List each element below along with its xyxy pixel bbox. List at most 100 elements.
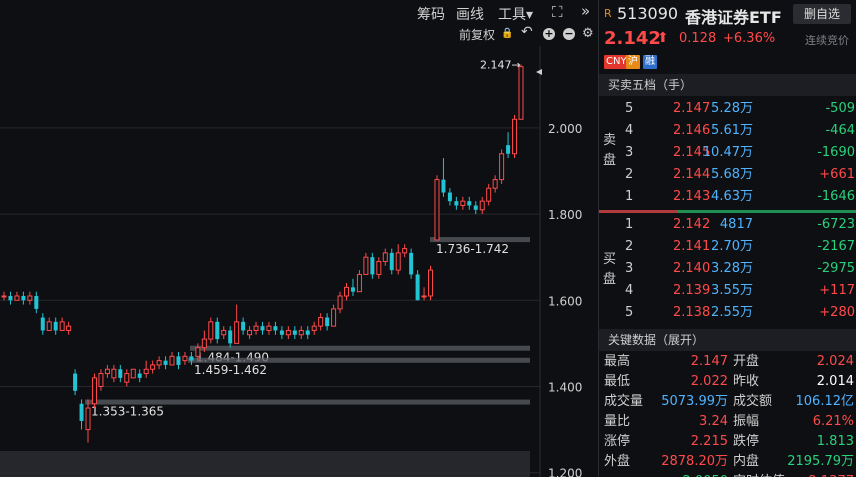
expand-icon[interactable]: ⛶ (552, 3, 563, 21)
level-price: 2.141 (673, 239, 711, 254)
candle-body (169, 355, 175, 366)
zoom-in-icon[interactable]: + (543, 28, 555, 40)
candle-body (215, 321, 220, 340)
candle-body (447, 192, 452, 202)
candlestick-chart[interactable]: 2.0001.8001.6001.4001.2001.736-1.7421.48… (0, 46, 598, 477)
bid-row[interactable]: 1 2.142 4817 -6723 (619, 214, 856, 236)
chart-area: 筹码 画线 工具▾ ⛶ » 前复权 🔒 ↶ + − ⚙ 2.000 1.800 1.… (0, 0, 598, 477)
candle-body (46, 321, 52, 331)
key-data-value: 2.022 (690, 374, 728, 389)
ask-row[interactable]: 4 2.146 5.61万 -464 (619, 120, 856, 142)
candle-body (195, 347, 201, 357)
candle-body (104, 368, 110, 375)
candle-body (512, 118, 518, 155)
level-price: 2.144 (673, 167, 711, 182)
candle-body (59, 321, 65, 331)
level-number: 4 (625, 283, 634, 298)
candle-body (14, 295, 20, 301)
security-name: 香港证券ETF (685, 8, 782, 27)
candle-body (253, 325, 259, 331)
candle-body (228, 330, 233, 344)
candle-body (311, 325, 317, 331)
security-title-row: R 513090 香港证券ETF 删自选 (599, 0, 856, 27)
candle-body (473, 205, 478, 210)
level-change: -2975 (817, 261, 855, 276)
candle-body (182, 355, 188, 362)
key-data-value: 1.813 (816, 434, 854, 449)
level-price: 2.142 (673, 217, 711, 232)
buy-side-label: 买盘 (603, 252, 617, 287)
buy-bar (677, 210, 856, 213)
ask-row[interactable]: 2 2.144 5.68万 +661 (619, 164, 856, 186)
bid-row[interactable]: 3 2.140 3.28万 -2975 (619, 258, 856, 280)
level-change: +661 (819, 167, 855, 182)
candle-body (234, 321, 240, 344)
gear-icon[interactable]: ⚙ (582, 26, 594, 41)
level-volume: 4.63万 (711, 189, 753, 204)
candle-body (376, 261, 382, 275)
candle-body (389, 252, 394, 271)
candle-body (492, 179, 498, 189)
collapse-panel-icon[interactable]: » (581, 2, 590, 20)
bid-row[interactable]: 4 2.139 3.55万 +117 (619, 280, 856, 302)
price-change: 0.128 (679, 31, 717, 46)
candle-body (221, 329, 227, 336)
level-number: 3 (625, 261, 634, 276)
lock-icon[interactable]: 🔒 (501, 28, 513, 39)
last-price: 2.142 (604, 28, 661, 49)
tools-menu-button[interactable]: 工具▾ (498, 4, 533, 24)
candle-body (305, 330, 310, 335)
ask-row[interactable]: 1 2.143 4.63万 -1646 (619, 186, 856, 208)
level-price: 2.139 (673, 283, 711, 298)
bid-row[interactable]: 5 2.138 2.55万 +280 (619, 302, 856, 324)
draw-line-button[interactable]: 画线 (456, 4, 484, 24)
level-price: 2.140 (673, 261, 711, 276)
undo-icon[interactable]: ↶ (521, 24, 533, 40)
candle-body (1, 295, 7, 298)
candle-body (506, 145, 511, 154)
candle-body (241, 321, 246, 331)
candle-body (518, 66, 524, 120)
level-change: +280 (819, 305, 855, 320)
candle-body (325, 317, 330, 327)
candle-body (201, 338, 207, 349)
bid-row[interactable]: 2 2.141 2.70万 -2167 (619, 236, 856, 258)
key-data-value: 6.21% (812, 414, 854, 429)
candle-body (441, 179, 446, 193)
level-number: 4 (625, 123, 634, 138)
chip-distribution-button[interactable]: 筹码 (417, 4, 445, 24)
adjust-mode-button[interactable]: 前复权 (459, 26, 495, 43)
zone-label: 1.353-1.365 (91, 405, 164, 419)
key-data-label: 最高 (604, 354, 631, 369)
candle-body (454, 201, 459, 206)
candle-body (21, 295, 26, 301)
key-data-value: 2.024 (816, 354, 854, 369)
zone-label: 1.459-1.462 (194, 363, 267, 377)
candle-body (370, 257, 375, 275)
key-data-label: 跌停 (733, 434, 760, 449)
orderbook-header[interactable]: 买卖五档（手） (599, 74, 856, 96)
level-volume: 4817 (719, 217, 753, 232)
zoom-out-icon[interactable]: − (563, 28, 575, 40)
candle-body (279, 330, 284, 335)
candle-body (344, 286, 350, 297)
level-price: 2.143 (673, 189, 711, 204)
candle-body (176, 356, 181, 365)
ask-row[interactable]: 5 2.147 5.28万 -509 (619, 98, 856, 120)
y-tick-label: 1.400 (548, 380, 582, 394)
level-number: 2 (625, 167, 634, 182)
y-tick-label: 1.200 (548, 467, 582, 477)
candle-body (79, 403, 84, 421)
candle-body (163, 360, 168, 365)
candle-body (273, 326, 278, 331)
key-data-header[interactable]: 关键数据（展开） (599, 329, 856, 351)
level-price: 2.138 (673, 305, 711, 320)
security-tags: CNY 沪 融 (599, 51, 856, 73)
ask-row[interactable]: 3 2.145 10.47万 -1690 (619, 142, 856, 164)
candle-body (298, 329, 304, 336)
key-data-value: 5073.99万 (661, 394, 728, 409)
candle-body (98, 373, 104, 387)
level-volume: 2.55万 (711, 305, 753, 320)
candle-body (137, 373, 142, 378)
remove-watchlist-button[interactable]: 删自选 (793, 4, 851, 24)
